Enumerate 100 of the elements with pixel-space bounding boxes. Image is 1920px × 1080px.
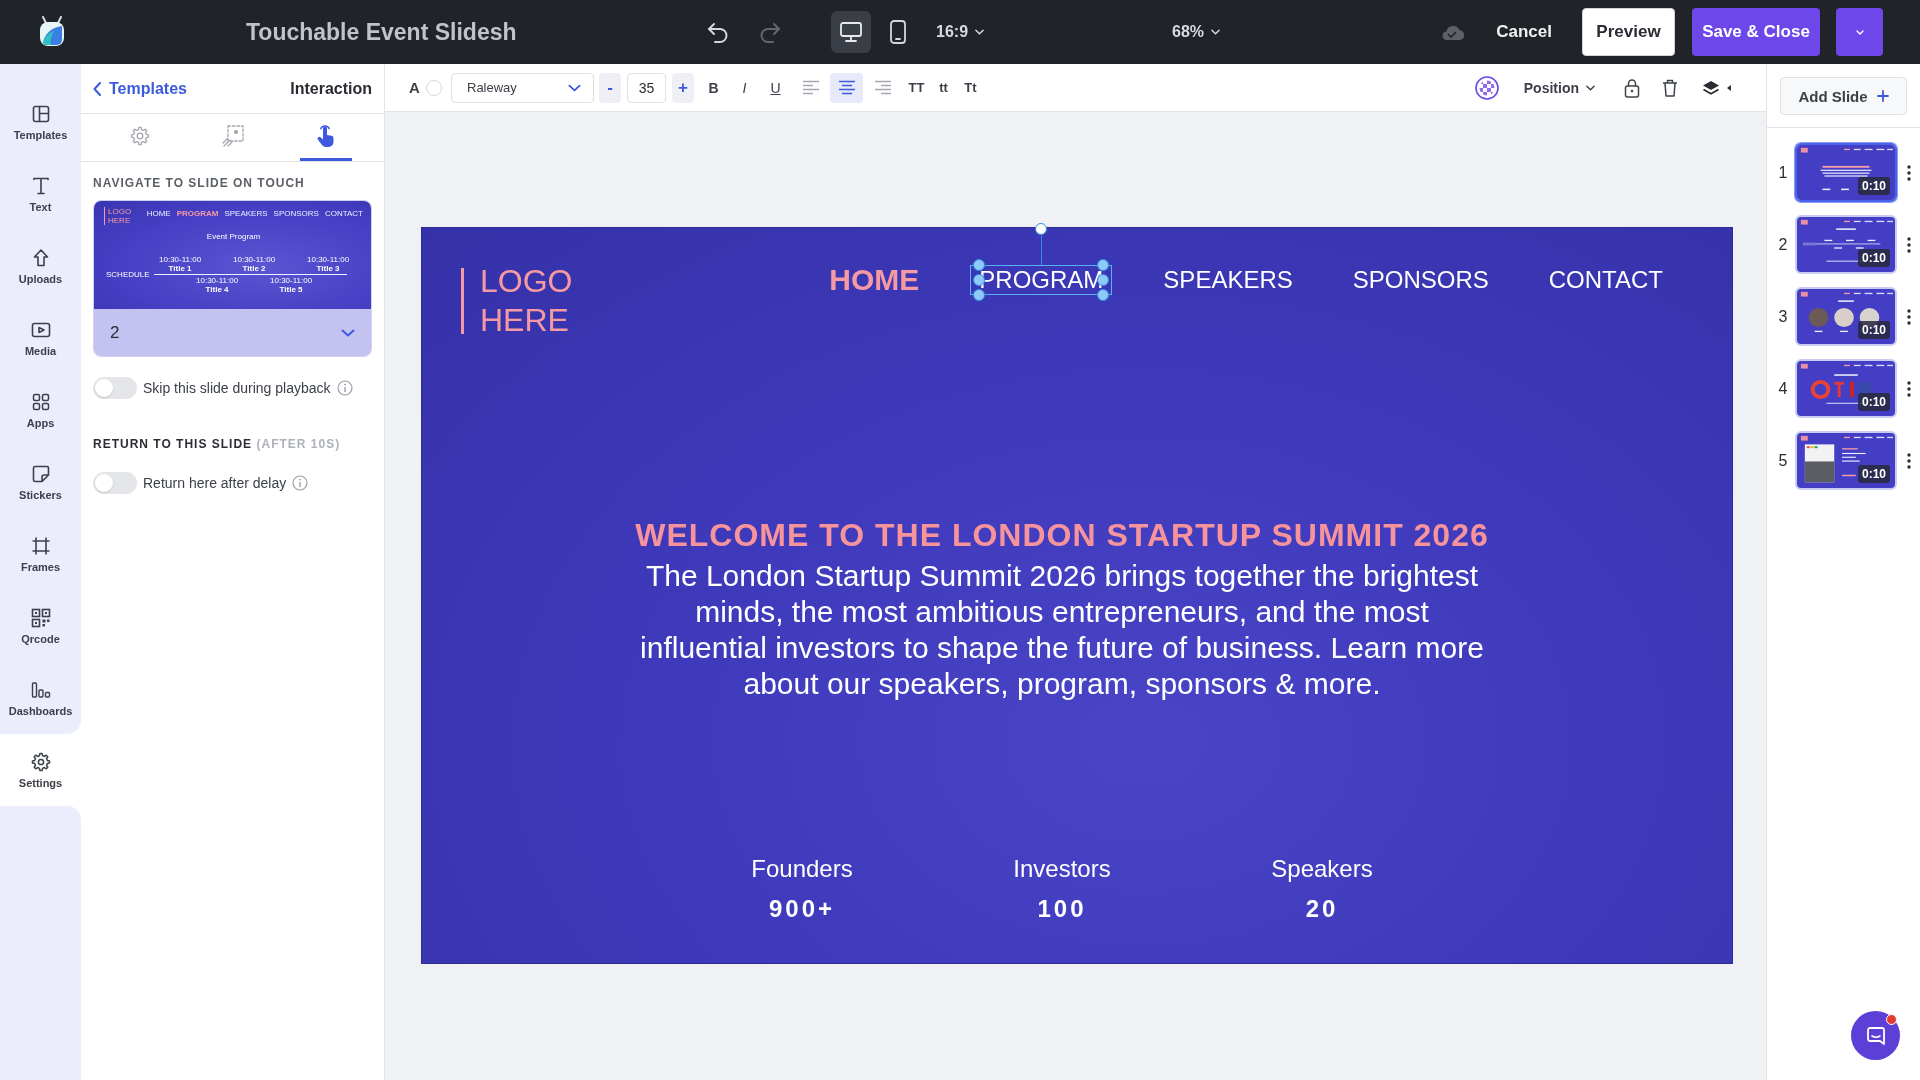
app-logo-icon[interactable]: [38, 16, 66, 48]
more-vertical-icon[interactable]: [1907, 308, 1911, 325]
preview-nav-link: SPEAKERS: [224, 209, 268, 218]
more-vertical-icon[interactable]: [1907, 452, 1911, 469]
sidebar-item[interactable]: Qrcode: [0, 590, 81, 662]
stat-value: 900+: [768, 895, 836, 923]
save-close-button[interactable]: Save & Close: [1692, 8, 1820, 56]
increase-size-button[interactable]: +: [672, 72, 694, 103]
preview-session-title: Title 3: [316, 264, 340, 273]
slide-number: 3: [1777, 307, 1789, 326]
rotate-handle[interactable]: [1035, 223, 1048, 265]
toggle-switch[interactable]: [93, 472, 137, 494]
toggle-label: Return here after delay: [143, 475, 287, 491]
color-swatch-icon: [425, 79, 442, 96]
more-vertical-icon[interactable]: [1907, 236, 1911, 253]
zoom-dropdown[interactable]: 68%: [1172, 23, 1221, 41]
grid-icon: [30, 391, 51, 412]
text-color-button[interactable]: A: [409, 73, 445, 102]
back-link[interactable]: Templates: [93, 79, 187, 98]
slide-thumbnail[interactable]: 0:10: [1795, 287, 1897, 346]
align-left-icon: [801, 80, 820, 95]
nav-link[interactable]: HOME: [829, 266, 920, 294]
sidebar-item[interactable]: Frames: [0, 518, 81, 590]
duration-badge: 0:10: [1857, 321, 1890, 339]
slide-heading: WELCOME TO THE LONDON STARTUP SUMMIT 2026: [634, 516, 1490, 554]
slide-thumbnail[interactable]: 0:10: [1795, 143, 1897, 202]
aspect-ratio-dropdown[interactable]: 16:9: [936, 23, 985, 41]
section-heading: RETURN TO THIS SLIDE: [93, 437, 253, 451]
resize-handle[interactable]: [973, 289, 986, 301]
preview-session-time: 10:30-11:00: [233, 255, 276, 264]
chevron-down-icon: [1211, 29, 1221, 35]
document-title[interactable]: Touchable Event Slidesh: [246, 18, 517, 46]
slide-number: 1: [1777, 163, 1789, 182]
slide-select-dropdown[interactable]: LOGO HERE HOME PROGRAM SPEAKERS SPONSORS CONTACT Event Program SCHEDULE 10:30-11:00 Title 1 10:30-11:00 Title 2 10:30-11:00 Title 3 10:30-11:00 Title 4 10:30-11:00 Title 5 2: [93, 200, 372, 357]
sidebar-item[interactable]: Media: [0, 302, 81, 374]
bold-button[interactable]: B: [698, 72, 729, 103]
position-dropdown[interactable]: Position: [1523, 79, 1595, 96]
phone-icon: [890, 20, 906, 44]
chevron-left-icon: [93, 81, 101, 96]
slide-thumbnail[interactable]: 0:10: [1795, 215, 1897, 274]
preview-button[interactable]: Preview: [1582, 8, 1675, 56]
cancel-button[interactable]: Cancel: [1496, 22, 1552, 42]
preview-session-title: Title 1: [168, 264, 192, 273]
add-slide-button[interactable]: Add Slide: [1780, 77, 1907, 115]
slide-paragraph: The London Startup Summit 2026 brings together the brightest minds, the most ambitious entrepreneurs, and the most influential investors to shape the future of business. Learn more about our speakers, program, sponsors & more.: [639, 558, 1485, 702]
qr-code-icon: [30, 607, 51, 628]
dashed-square-icon: [220, 124, 245, 148]
text-case-button[interactable]: tt: [930, 72, 957, 103]
preview-session-title: Title 5: [279, 285, 303, 294]
more-vertical-icon[interactable]: [1907, 164, 1911, 181]
toggle-switch[interactable]: [93, 377, 137, 399]
preview-session-time: 10:30-11:00: [196, 276, 239, 285]
section-heading: NAVIGATE TO SLIDE ON TOUCH: [93, 176, 306, 190]
sidebar-item[interactable]: Text: [0, 158, 81, 230]
font-dropdown[interactable]: Raleway: [451, 72, 594, 103]
resize-handle[interactable]: [1097, 289, 1110, 301]
slide-number: 2: [1777, 235, 1789, 254]
nav-link[interactable]: CONTACT: [1548, 266, 1663, 294]
info-icon[interactable]: [336, 380, 353, 396]
more-vertical-icon[interactable]: [1907, 380, 1911, 397]
layers-icon[interactable]: [1702, 79, 1720, 96]
caret-left-icon[interactable]: [1727, 84, 1731, 91]
align-center-button[interactable]: [830, 72, 863, 103]
sidebar-item[interactable]: Apps: [0, 374, 81, 446]
preview-nav-link: CONTACT: [324, 209, 363, 218]
resize-handle[interactable]: [1097, 259, 1110, 271]
toggle-label: Skip this slide during playback: [143, 380, 331, 396]
desktop-view-button[interactable]: [831, 11, 871, 53]
stat-label: Founders: [751, 855, 853, 883]
nav-link[interactable]: SPEAKERS: [1163, 266, 1293, 294]
chevron-down-icon: [975, 29, 985, 35]
underline-button[interactable]: U: [760, 72, 791, 103]
undo-icon[interactable]: [706, 21, 730, 43]
chevron-down-icon: [1586, 84, 1595, 91]
section-note: (AFTER 10S): [256, 437, 341, 451]
text-icon: [30, 175, 51, 196]
lock-icon[interactable]: [1624, 77, 1640, 98]
nav-link[interactable]: SPONSORS: [1352, 266, 1489, 294]
info-icon[interactable]: [292, 475, 309, 491]
text-case-button[interactable]: TT: [903, 72, 930, 103]
text-case-button[interactable]: Tt: [957, 72, 984, 103]
decrease-size-button[interactable]: -: [599, 72, 621, 103]
font-size-field[interactable]: 35: [627, 72, 666, 103]
sidebar-item[interactable]: Stickers: [0, 446, 81, 518]
layout-icon: [30, 103, 51, 124]
duration-badge: 0:10: [1857, 465, 1890, 483]
slide-thumbnail[interactable]: 0:10: [1795, 431, 1897, 490]
stat-value: 100: [1037, 895, 1087, 923]
slide-number: 5: [1777, 451, 1789, 470]
sidebar-item[interactable]: Dashboards: [0, 662, 81, 734]
sidebar-item[interactable]: Templates: [0, 86, 81, 158]
sidebar-item[interactable]: Uploads: [0, 230, 81, 302]
preview-title: Event Program: [205, 232, 262, 241]
preview-nav-link: SPONSORS: [273, 209, 319, 218]
italic-button[interactable]: I: [729, 72, 760, 103]
resize-handle[interactable]: [973, 259, 986, 271]
logo-accent-bar: [461, 268, 464, 334]
checker-circle-icon[interactable]: [1474, 75, 1499, 100]
trash-icon[interactable]: [1662, 78, 1678, 97]
slide-thumbnail[interactable]: 0:10: [1795, 359, 1897, 418]
